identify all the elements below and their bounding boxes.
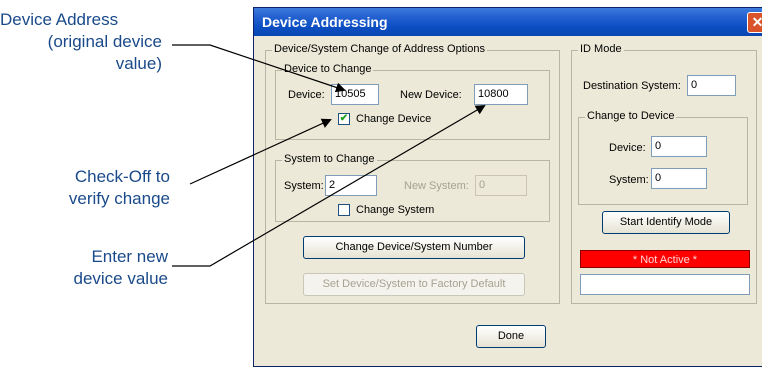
close-icon: ✕: [751, 14, 762, 30]
destination-system-field[interactable]: 0: [687, 75, 736, 96]
device-addressing-window: Device Addressing ✕ Device/System Change…: [253, 7, 762, 367]
id-device-label: Device:: [609, 142, 646, 154]
device-to-change-label: Device to Change: [282, 63, 374, 75]
check-icon: ✔: [339, 113, 349, 124]
id-system-field[interactable]: 0: [651, 168, 707, 189]
change-to-device-group: Change to Device Device: 0 System: 0: [578, 110, 748, 205]
destination-system-label: Destination System:: [583, 80, 681, 92]
address-options-group: Device/System Change of Address Options …: [265, 43, 560, 304]
change-device-checkbox[interactable]: ✔: [338, 113, 350, 125]
device-to-change-group: Device to Change Device: 10505 New Devic…: [275, 63, 550, 140]
new-system-field: 0: [475, 175, 527, 196]
system-field[interactable]: 2: [325, 175, 377, 196]
system-to-change-label: System to Change: [282, 153, 377, 165]
address-options-label: Device/System Change of Address Options: [272, 43, 487, 55]
new-device-label: New Device:: [400, 89, 462, 101]
annotation-line: device value: [73, 269, 168, 288]
annotation-line: verify change: [68, 189, 170, 208]
device-field[interactable]: 10505: [331, 84, 379, 105]
change-to-device-label: Change to Device: [585, 110, 677, 122]
id-mode-label: ID Mode: [578, 43, 624, 55]
id-system-label: System:: [609, 174, 649, 186]
start-identify-mode-button[interactable]: Start Identify Mode: [602, 211, 730, 234]
title-bar[interactable]: Device Addressing ✕: [254, 8, 762, 36]
new-device-field[interactable]: 10800: [474, 84, 528, 105]
change-system-label: Change System: [356, 204, 435, 216]
change-device-system-button[interactable]: Change Device/System Number: [303, 236, 525, 259]
system-to-change-group: System to Change System: 2 New System: 0…: [275, 153, 550, 222]
id-device-field[interactable]: 0: [651, 136, 707, 157]
window-title: Device Addressing: [262, 14, 388, 30]
annotation-line: (original device: [47, 32, 162, 51]
annotation-line: Enter new: [91, 247, 168, 266]
annotation-line: value): [115, 54, 162, 73]
annotation-enter-new: Enter new device value: [40, 246, 168, 290]
id-mode-status: * Not Active *: [580, 250, 750, 268]
factory-default-button: Set Device/System to Factory Default: [303, 273, 525, 296]
annotation-checkoff: Check-Off to verify change: [60, 166, 170, 210]
done-button[interactable]: Done: [476, 325, 546, 348]
new-system-label: New System:: [404, 180, 469, 192]
device-label: Device:: [288, 89, 325, 101]
change-system-checkbox[interactable]: [338, 204, 350, 216]
change-device-label: Change Device: [356, 113, 432, 125]
annotation-line: Check-Off to: [74, 167, 170, 186]
annotation-line: Device Address: [0, 10, 119, 29]
system-label: System:: [284, 180, 324, 192]
close-button[interactable]: ✕: [747, 12, 762, 33]
status-output-field: [580, 274, 750, 295]
annotation-device-address: Device Address (original device value): [0, 9, 190, 75]
